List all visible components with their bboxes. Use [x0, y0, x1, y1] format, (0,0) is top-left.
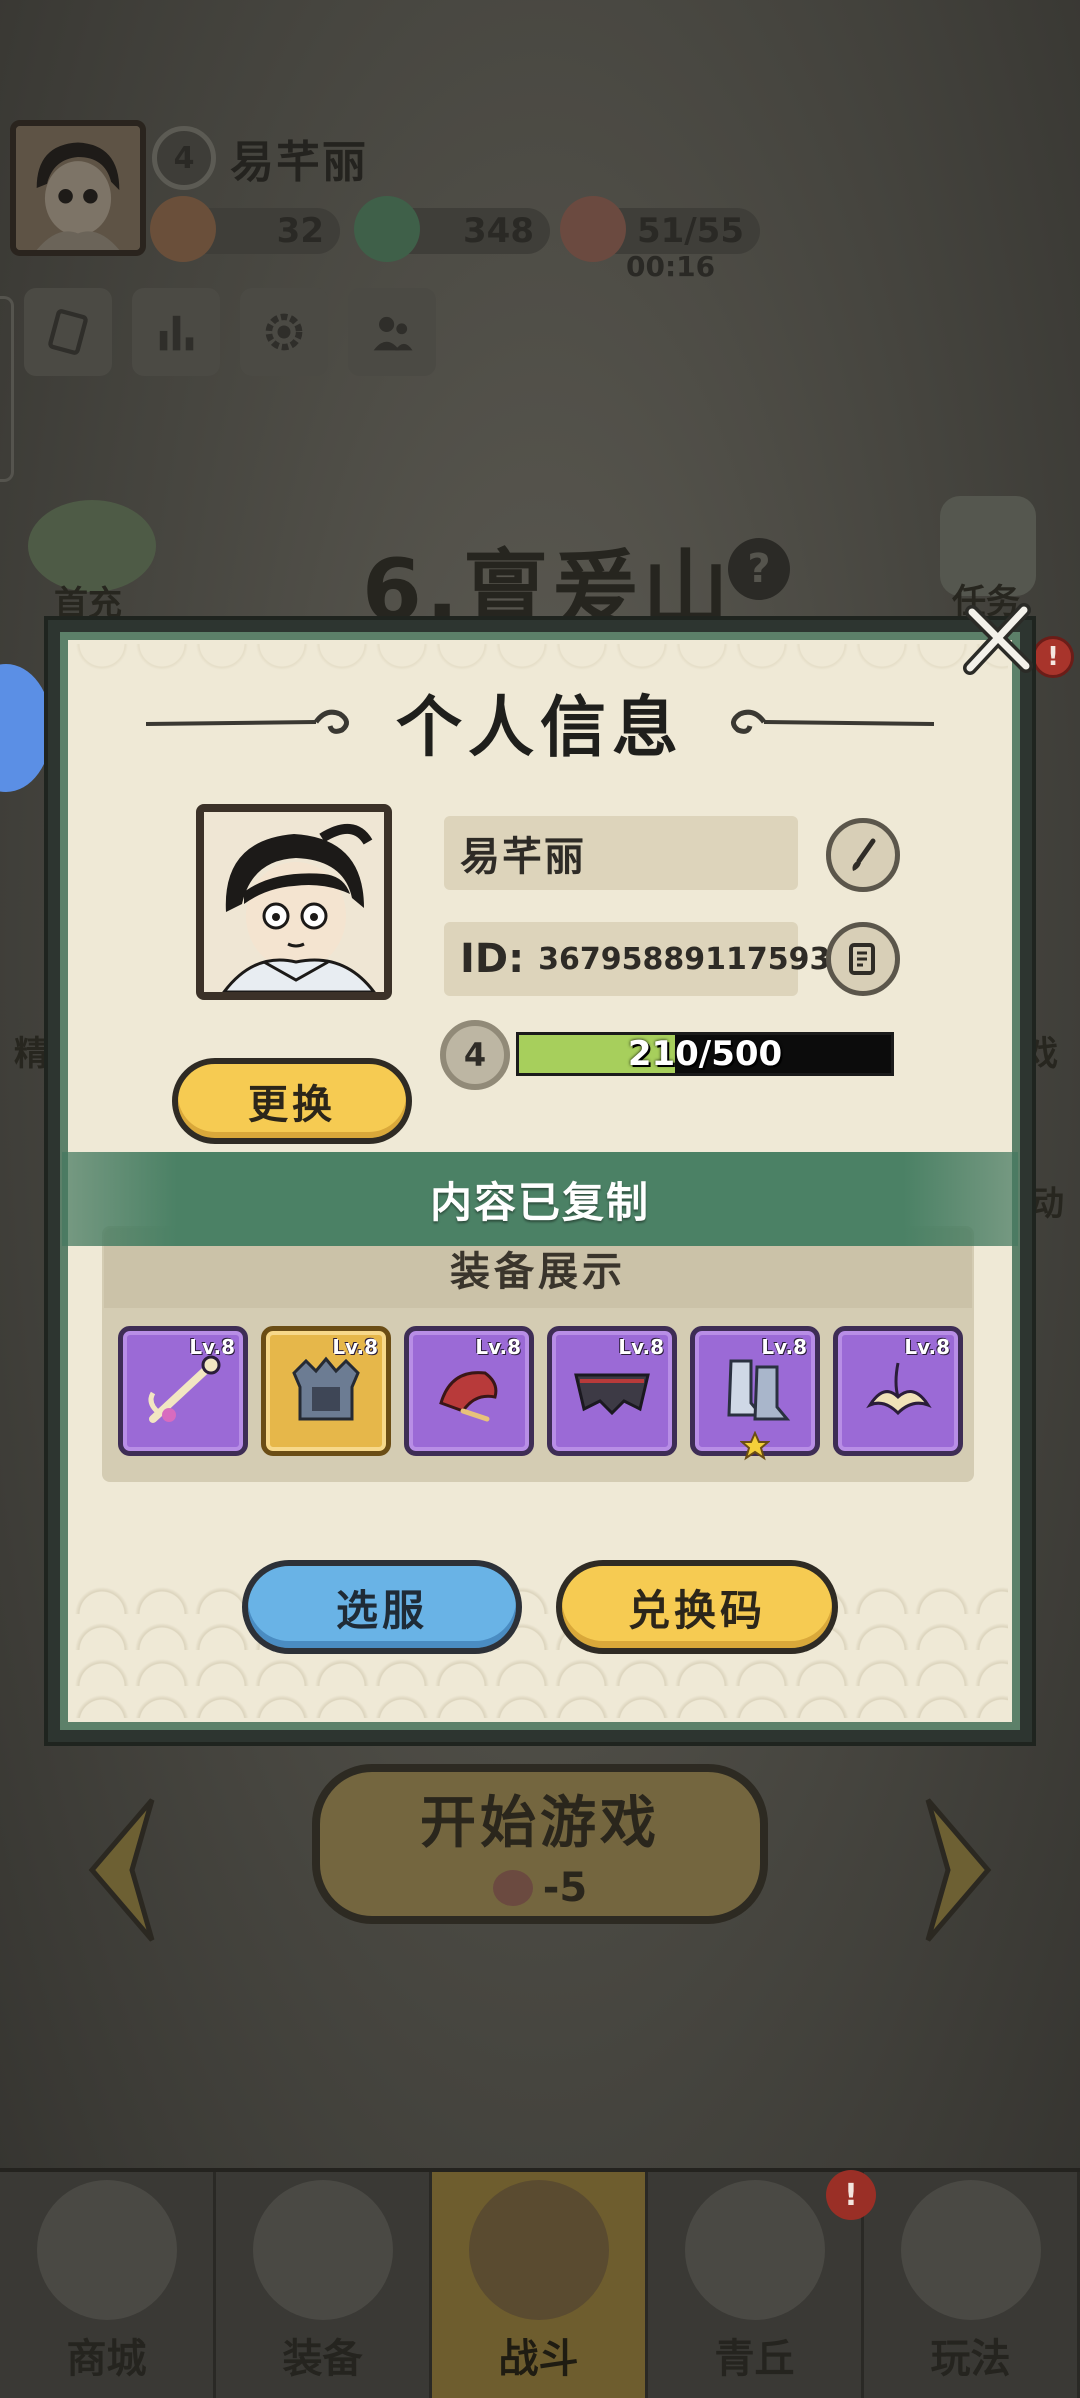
nav-tab-shop[interactable]: 商城 [0, 2172, 216, 2398]
nav-label: 装备 [282, 2336, 363, 2382]
character-portrait-icon [204, 812, 384, 992]
equipment-level: Lv.8 [618, 1335, 664, 1359]
peach-stamina-icon[interactable] [560, 196, 626, 262]
previous-stage-arrow-icon[interactable] [82, 1790, 162, 1950]
left-edge-label: 精 [14, 1034, 48, 1074]
change-avatar-button[interactable]: 更换 [172, 1058, 412, 1144]
experience-bar: 210/500 [516, 1032, 894, 1076]
equipment-level: Lv.8 [189, 1335, 235, 1359]
title-ornament-left-icon [146, 709, 349, 734]
modal-header: 个人信息 [80, 672, 1000, 772]
left-drawer-tab[interactable] [0, 296, 14, 482]
red-fan-icon [439, 1371, 498, 1422]
profile-avatar[interactable] [196, 804, 392, 1000]
copy-icon [849, 943, 875, 975]
player-avatar-small[interactable] [10, 120, 146, 256]
settings-button[interactable] [240, 288, 328, 376]
resource-1-value: 32 [276, 211, 324, 251]
modal-wave-pattern [72, 1578, 1008, 1718]
dark-belt-icon [574, 1373, 650, 1416]
star-icon [740, 1431, 770, 1461]
equipment-slot-selected[interactable]: Lv.8 [261, 1326, 391, 1456]
jade-currency-icon[interactable] [354, 196, 420, 262]
nav-tab-equipment[interactable]: 装备 [216, 2172, 432, 2398]
friends-button[interactable] [348, 288, 436, 376]
equipment-grid: Lv.8 Lv.8 Lv.8 Lv.8 Lv.8 Lv.8 [118, 1326, 966, 1462]
player-id-field: ID: 367958891175936 [444, 922, 851, 996]
card-icon [48, 309, 88, 355]
player-name: 易芊丽 [230, 137, 368, 188]
first-charge-label: 首充 [54, 584, 122, 624]
gear-icon [265, 313, 303, 351]
scroll-currency-icon[interactable] [150, 196, 216, 262]
copied-toast: 内容已复制 [62, 1152, 1018, 1246]
mountain-icon [684, 2180, 825, 2320]
start-game-cost: -5 [492, 1864, 588, 1911]
equipment-slot[interactable]: Lv.8 [547, 1326, 677, 1456]
start-game-button[interactable]: 开始游戏 -5 [312, 1764, 768, 1924]
equipment-level: Lv.8 [761, 1335, 807, 1359]
copy-id-button[interactable] [826, 922, 900, 996]
brush-icon [852, 838, 876, 871]
player-name-field: 易芊丽 [444, 816, 798, 890]
id-value: 367958891175936 [538, 941, 852, 977]
top-hud: 4 易芊丽 32 348 51/55 00:16 [0, 0, 1080, 482]
friends-icon [373, 316, 413, 351]
edit-name-button[interactable] [826, 818, 900, 892]
right-edge-label-2: 动 [1030, 1184, 1064, 1224]
stage-help-icon[interactable]: ? [728, 538, 790, 600]
gameplay-icon [900, 2180, 1041, 2320]
armored-boots-icon [727, 1359, 791, 1421]
equipment-level: Lv.8 [332, 1335, 378, 1359]
nav-label: 青丘 [714, 2336, 795, 2382]
nav-label: 玩法 [930, 2336, 1011, 2382]
nav-label: 战斗 [498, 2336, 579, 2382]
spiked-armor-icon [292, 1356, 360, 1421]
experience-text: 210/500 [627, 1034, 783, 1074]
id-label: ID: [460, 936, 525, 982]
close-button[interactable] [958, 600, 1038, 680]
title-ornament-right-icon [731, 709, 934, 734]
nav-tab-battle[interactable]: 战斗 [432, 2172, 648, 2398]
equipment-slot[interactable]: Lv.8 [404, 1326, 534, 1456]
bar-chart-icon [159, 315, 194, 351]
card-button[interactable] [24, 288, 112, 376]
helmet-icon [252, 2180, 393, 2320]
equipment-slot[interactable]: Lv.8 [833, 1326, 963, 1456]
level-badge: 4 [440, 1020, 510, 1090]
modal-title: 个人信息 [396, 689, 684, 766]
start-game-label: 开始游戏 [420, 1790, 660, 1856]
close-icon [963, 603, 1033, 675]
resource-2-value: 348 [463, 211, 534, 251]
select-server-button[interactable]: 选服 [242, 1560, 522, 1654]
peach-icon [492, 1869, 533, 1906]
next-stage-arrow-icon[interactable] [918, 1790, 998, 1950]
equipment-level: Lv.8 [904, 1335, 950, 1359]
nav-tab-gameplay[interactable]: 玩法 [864, 2172, 1080, 2398]
equipment-level: Lv.8 [475, 1335, 521, 1359]
stamina-timer: 00:16 [626, 250, 716, 283]
start-cost-value: -5 [542, 1864, 588, 1911]
task-alert-badge: ! [1032, 636, 1074, 678]
nav-label: 商城 [66, 2336, 147, 2382]
bottom-nav: 商城 装备 战斗 青丘 玩法 [0, 2168, 1080, 2398]
crossed-swords-icon [468, 2180, 609, 2320]
ranking-button[interactable] [132, 288, 220, 376]
horn-pendant-icon [866, 1362, 932, 1416]
shop-icon [36, 2180, 177, 2320]
bone-staff-icon [148, 1355, 221, 1423]
stamina-value: 51/55 [636, 211, 744, 251]
redeem-code-button[interactable]: 兑换码 [556, 1560, 838, 1654]
nav-alert-badge: ! [826, 2170, 876, 2220]
player-level-badge: 4 [152, 126, 216, 190]
equipment-slot[interactable]: Lv.8 [118, 1326, 248, 1456]
equipment-slot-starred[interactable]: Lv.8 [690, 1326, 820, 1461]
